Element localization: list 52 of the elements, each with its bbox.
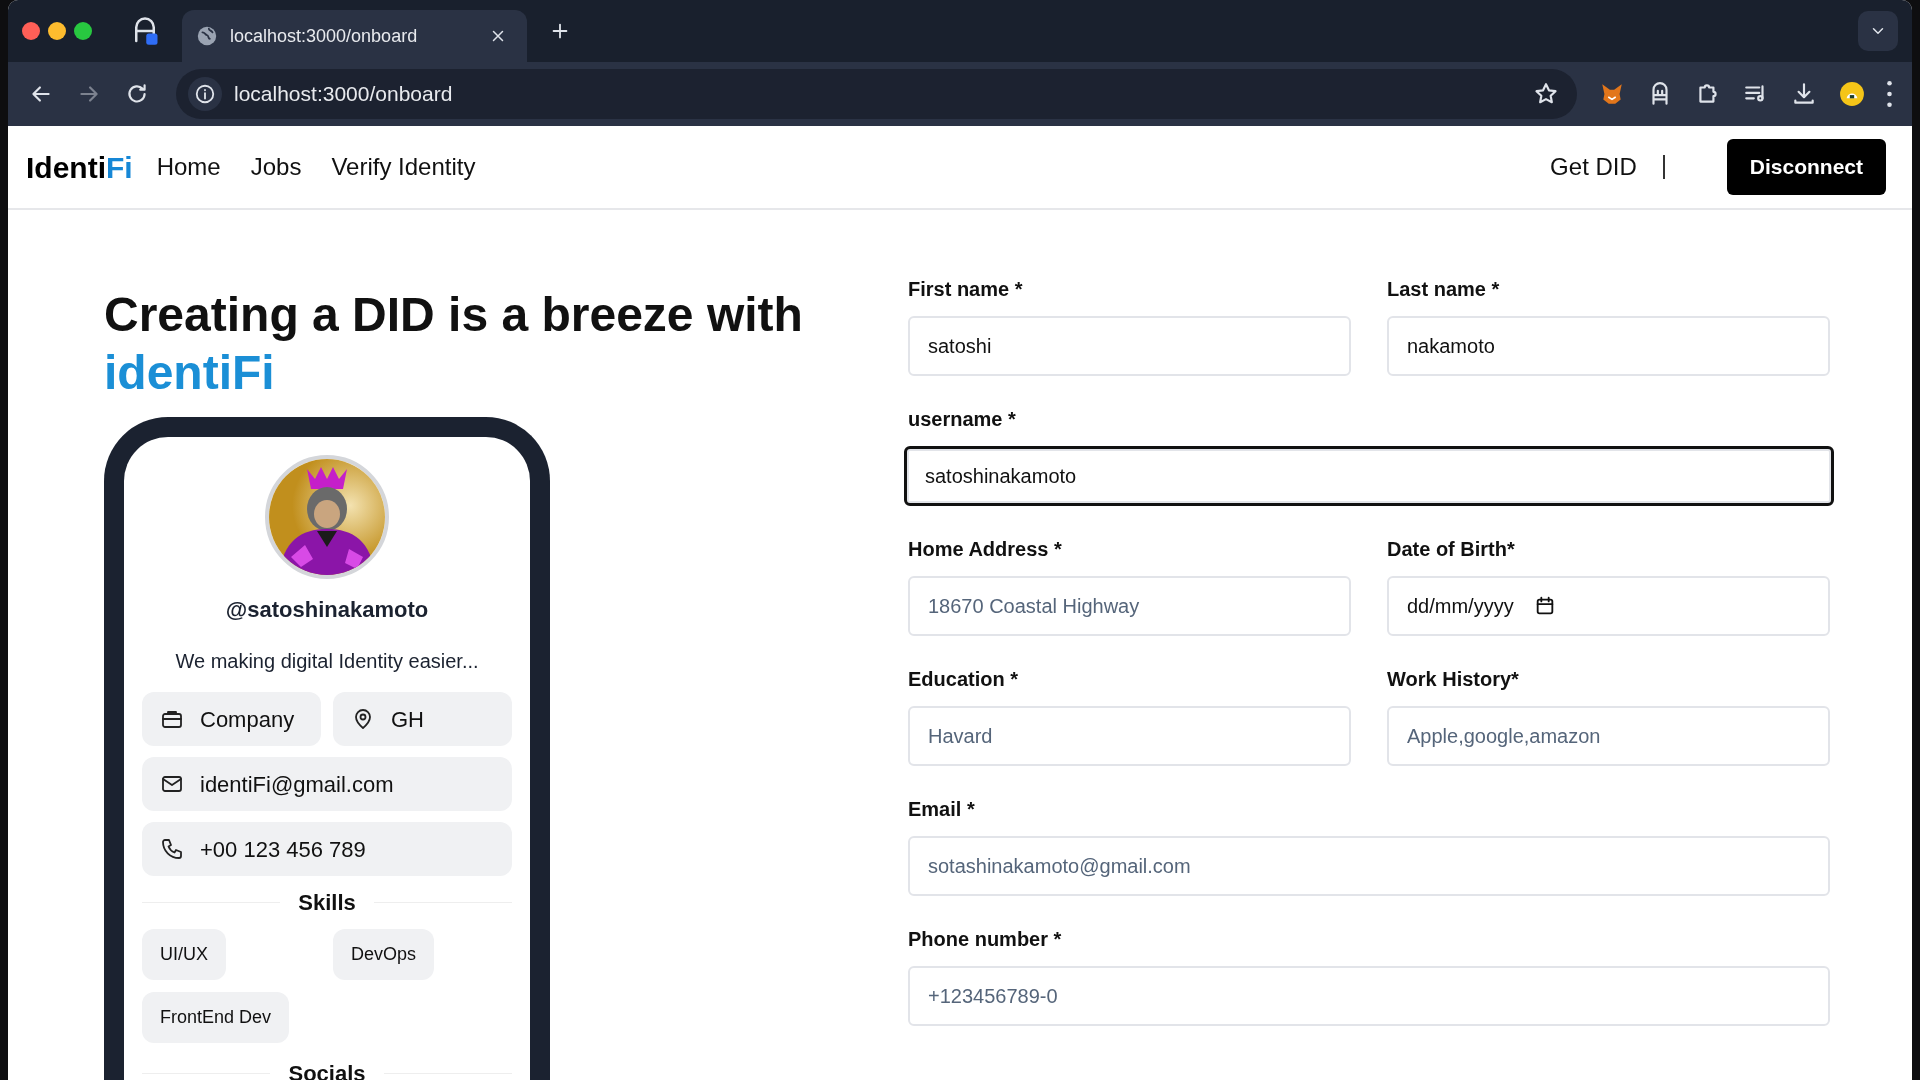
field-label: Last name * — [1387, 277, 1501, 302]
field-label: Work History* — [1387, 667, 1520, 692]
address-text: localhost:3000/onboard — [234, 81, 454, 108]
chip-text: GH — [391, 705, 424, 734]
window-control-dot[interactable] — [48, 22, 66, 40]
input-field[interactable]: satoshi — [908, 316, 1351, 376]
browser-tab[interactable]: localhost:3000/onboard — [182, 10, 527, 62]
skill-tag: FrontEnd Dev — [142, 992, 290, 1044]
window-control-dot[interactable] — [74, 22, 92, 40]
input-field[interactable]: Havard — [908, 706, 1351, 766]
field-label: First name * — [908, 277, 1024, 302]
hero-title: Creating a DID is a breeze with — [104, 287, 804, 343]
skill-tag: UI/UX — [142, 929, 226, 981]
brand-logo[interactable]: IdentiFi — [26, 144, 133, 190]
phone-icon — [160, 837, 184, 862]
input-field[interactable]: 18670 Coastal Highway — [908, 576, 1351, 636]
chip-text: +00 123 456 789 — [200, 835, 366, 864]
site-info-button[interactable] — [188, 77, 222, 111]
field-label: Phone number * — [908, 927, 1063, 952]
input-field[interactable]: Apple,google,amazon — [1387, 706, 1830, 766]
skill-tag: DevOps — [333, 929, 435, 981]
tab-title: localhost:3000/onboard — [230, 24, 419, 48]
profile-bio: We making digital Identity easier... — [175, 649, 479, 675]
menu-dots-icon — [1887, 81, 1892, 107]
date-field[interactable]: dd/mm/yyyy — [1387, 576, 1830, 636]
profile-handle: @satoshinakamoto — [225, 596, 429, 625]
fox-icon — [1599, 81, 1625, 107]
disconnect-button[interactable]: Disconnect — [1726, 139, 1886, 195]
field-label: Home Address * — [908, 537, 1063, 562]
address-bar[interactable]: localhost:3000/onboard — [176, 69, 1577, 119]
nav-link[interactable]: Home — [156, 149, 221, 185]
get-did-link[interactable]: Get DID — [1550, 149, 1637, 185]
globe-icon — [196, 25, 218, 47]
nav-link[interactable]: Jobs — [250, 149, 302, 185]
chip-text: Company — [200, 705, 295, 734]
info-icon — [194, 83, 216, 105]
section-heading: Skills — [298, 889, 356, 918]
input-field[interactable]: sotashinakamoto@gmail.com — [908, 836, 1830, 896]
field-label: username * — [908, 407, 1017, 432]
input-field[interactable]: satoshinakamoto — [904, 446, 1834, 506]
profile-avatar-icon — [1839, 81, 1865, 107]
window-control-dot[interactable] — [22, 22, 40, 40]
date-text: dd/mm/yyyy — [1407, 594, 1514, 619]
input-field[interactable]: nakamoto — [1387, 316, 1830, 376]
chip-text: identiFi@gmail.com — [200, 770, 394, 799]
download-icon — [1791, 81, 1817, 107]
field-label: Email * — [908, 797, 976, 822]
hero-accent: identiFi — [104, 344, 276, 401]
nav-link[interactable]: Verify Identity — [331, 149, 476, 185]
input-field[interactable]: +123456789-0 — [908, 966, 1830, 1026]
field-label: Date of Birth* — [1387, 537, 1516, 562]
field-label: Education * — [908, 667, 1019, 692]
